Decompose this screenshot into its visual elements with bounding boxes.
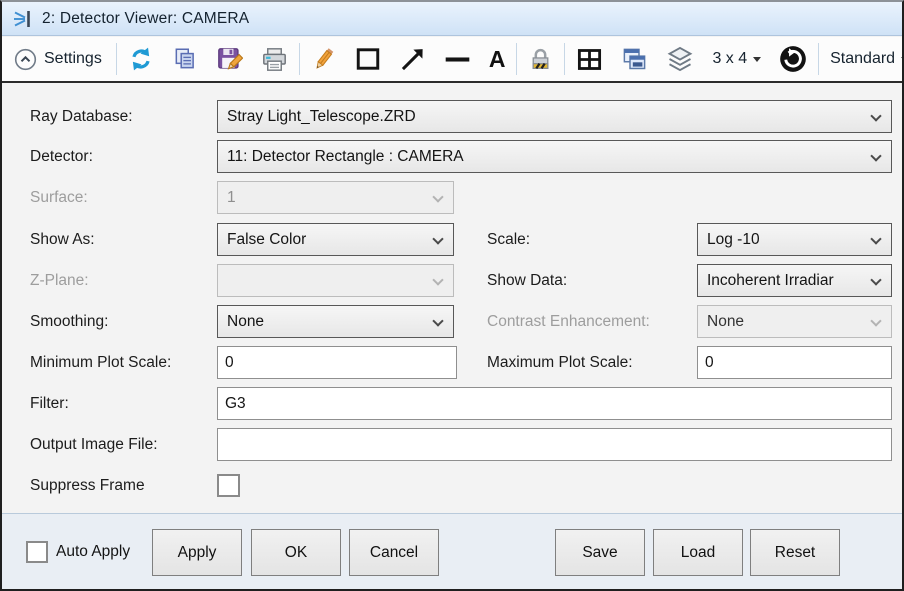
ok-button[interactable]: OK — [251, 529, 341, 576]
smoothing-value: None — [227, 313, 264, 331]
filter-label: Filter: — [30, 387, 69, 420]
layers-icon[interactable] — [663, 41, 697, 77]
show-data-value: Incoherent Irradiar — [707, 272, 834, 290]
print-icon[interactable] — [258, 41, 291, 77]
draw-arrow-icon[interactable] — [396, 41, 429, 77]
footer-bar: Auto Apply Apply OK Cancel Save Load Res… — [2, 513, 902, 589]
standard-dropdown[interactable]: Standard — [827, 41, 902, 77]
ray-database-value: Stray Light_Telescope.ZRD — [227, 108, 416, 126]
chevron-down-icon — [432, 233, 443, 244]
contrast-enhancement-value: None — [707, 313, 744, 331]
maximum-plot-scale-input[interactable] — [697, 346, 892, 379]
output-image-file-label: Output Image File: — [30, 428, 158, 461]
draw-line-icon[interactable] — [441, 41, 474, 77]
apply-button[interactable]: Apply — [152, 529, 242, 576]
surface-select: 1 — [217, 181, 454, 214]
chevron-down-icon — [870, 233, 881, 244]
draw-pencil-icon[interactable] — [308, 41, 340, 77]
standard-dropdown-label: Standard — [830, 50, 895, 68]
chevron-down-icon — [432, 191, 443, 202]
save-image-icon[interactable] — [213, 41, 246, 77]
auto-apply-label: Auto Apply — [56, 541, 130, 563]
reset-button[interactable]: Reset — [750, 529, 840, 576]
show-as-select[interactable]: False Color — [217, 223, 454, 256]
caret-down-icon — [901, 57, 902, 62]
caret-down-icon — [753, 57, 761, 62]
settings-button[interactable]: Settings — [14, 41, 108, 77]
title-bar: 2: Detector Viewer: CAMERA — [2, 2, 902, 36]
chevron-down-icon — [870, 110, 881, 121]
save-button[interactable]: Save — [555, 529, 645, 576]
suppress-frame-label: Suppress Frame — [30, 469, 145, 502]
draw-text-icon[interactable]: A — [486, 41, 509, 77]
reset-rotation-icon[interactable] — [776, 41, 810, 77]
auto-apply-checkbox[interactable] — [26, 541, 48, 563]
z-plane-label: Z-Plane: — [30, 264, 89, 297]
draw-rectangle-icon[interactable] — [352, 41, 384, 77]
maximum-plot-scale-label: Maximum Plot Scale: — [487, 346, 633, 379]
z-plane-select — [217, 264, 454, 297]
smoothing-select[interactable]: None — [217, 305, 454, 338]
ray-database-label: Ray Database: — [30, 100, 133, 133]
output-image-file-input[interactable] — [217, 428, 892, 461]
lock-icon[interactable] — [525, 41, 556, 77]
window-split-icon[interactable] — [573, 41, 606, 77]
copy-icon[interactable] — [169, 41, 201, 77]
chevron-down-icon — [432, 274, 443, 285]
toolbar-separator — [564, 43, 565, 75]
filter-input[interactable] — [217, 387, 892, 420]
chevron-down-icon — [870, 315, 881, 326]
chevron-down-icon — [870, 274, 881, 285]
detector-viewer-window: 2: Detector Viewer: CAMERA Settings — [0, 0, 904, 591]
contrast-enhancement-select: None — [697, 305, 892, 338]
show-as-value: False Color — [227, 231, 306, 249]
settings-form: Ray Database: Stray Light_Telescope.ZRD … — [2, 85, 902, 515]
toolbar-separator — [818, 43, 819, 75]
detector-value: 11: Detector Rectangle : CAMERA — [227, 148, 464, 166]
show-as-label: Show As: — [30, 223, 95, 256]
refresh-icon[interactable] — [125, 41, 157, 77]
cascade-windows-icon[interactable] — [618, 41, 651, 77]
grid-size-label: 3 x 4 — [712, 50, 747, 68]
detector-select[interactable]: 11: Detector Rectangle : CAMERA — [217, 140, 892, 173]
scale-label: Scale: — [487, 223, 530, 256]
suppress-frame-checkbox[interactable] — [217, 474, 240, 497]
scale-select[interactable]: Log -10 — [697, 223, 892, 256]
minimum-plot-scale-input[interactable] — [217, 346, 457, 379]
toolbar-separator — [516, 43, 517, 75]
window-title: 2: Detector Viewer: CAMERA — [42, 10, 249, 28]
surface-value: 1 — [227, 189, 236, 207]
cancel-button[interactable]: Cancel — [349, 529, 439, 576]
settings-label: Settings — [44, 50, 102, 68]
smoothing-label: Smoothing: — [30, 305, 108, 338]
toolbar: Settings — [2, 37, 902, 83]
show-data-select[interactable]: Incoherent Irradiar — [697, 264, 892, 297]
detector-label: Detector: — [30, 140, 93, 173]
surface-label: Surface: — [30, 181, 88, 214]
grid-size-dropdown[interactable]: 3 x 4 — [709, 41, 764, 77]
chevron-down-icon — [432, 315, 443, 326]
detector-viewer-icon — [12, 8, 34, 30]
toolbar-separator — [116, 43, 117, 75]
show-data-label: Show Data: — [487, 264, 567, 297]
ray-database-select[interactable]: Stray Light_Telescope.ZRD — [217, 100, 892, 133]
chevron-up-circle-icon — [14, 48, 37, 71]
toolbar-separator — [299, 43, 300, 75]
load-button[interactable]: Load — [653, 529, 743, 576]
scale-value: Log -10 — [707, 231, 760, 249]
contrast-enhancement-label: Contrast Enhancement: — [487, 305, 650, 338]
minimum-plot-scale-label: Minimum Plot Scale: — [30, 346, 171, 379]
chevron-down-icon — [870, 150, 881, 161]
